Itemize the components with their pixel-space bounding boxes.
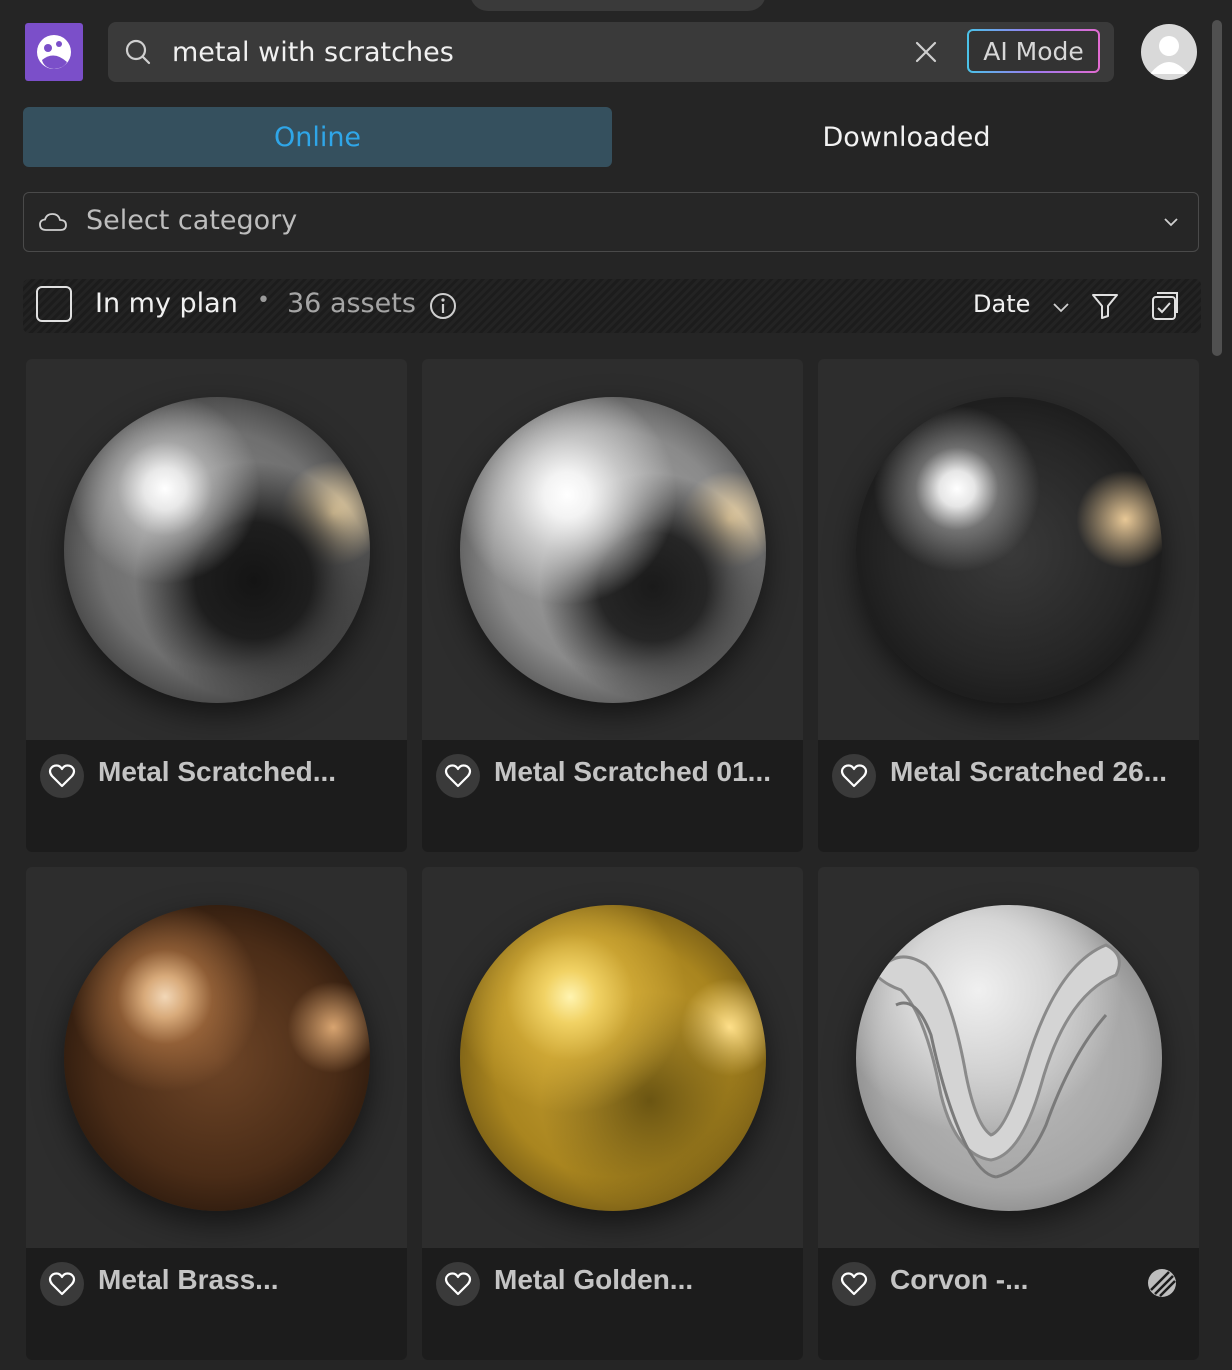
asset-title: Metal Scratched... xyxy=(98,756,337,787)
asset-card[interactable]: Metal Scratched... xyxy=(26,359,407,852)
material-sphere xyxy=(459,904,766,1211)
material-sphere xyxy=(855,904,1162,1211)
in-my-plan-label: In my plan xyxy=(95,288,238,319)
asset-card[interactable]: Metal Scratched 26... xyxy=(818,359,1199,852)
in-my-plan-checkbox[interactable] xyxy=(36,286,72,322)
tab-online[interactable]: Online xyxy=(23,107,612,167)
asset-card[interactable]: Metal Golden... xyxy=(422,867,803,1360)
favorite-button[interactable] xyxy=(832,1262,876,1306)
asset-title: Metal Golden... xyxy=(494,1264,694,1295)
chevron-down-icon xyxy=(1164,218,1178,227)
asset-footer: Metal Brass... xyxy=(26,1248,407,1360)
heart-icon xyxy=(48,1272,76,1296)
asset-thumbnail[interactable] xyxy=(26,359,407,740)
asset-thumbnail[interactable] xyxy=(422,359,803,740)
filter-icon[interactable] xyxy=(1090,292,1120,320)
plan-filter-bar: In my plan • 36 assets Date xyxy=(23,279,1201,333)
asset-title: Corvon -... xyxy=(890,1264,1029,1295)
scrollbar[interactable] xyxy=(1212,20,1222,356)
corvon-shape xyxy=(873,942,1121,1178)
asset-thumbnail[interactable] xyxy=(422,867,803,1248)
asset-thumbnail[interactable] xyxy=(818,359,1199,740)
separator-dot: • xyxy=(257,288,270,313)
heart-icon xyxy=(840,1272,868,1296)
asset-count: 36 assets xyxy=(287,288,416,319)
asset-footer: Corvon -... xyxy=(818,1248,1199,1360)
info-icon[interactable] xyxy=(428,291,458,321)
heart-icon xyxy=(444,1272,472,1296)
material-sphere xyxy=(63,396,370,703)
asset-card[interactable]: Metal Scratched 01... xyxy=(422,359,803,852)
heart-icon xyxy=(444,764,472,788)
top-notch xyxy=(470,0,766,11)
select-all-icon[interactable] xyxy=(1150,291,1180,321)
asset-title: Metal Scratched 26... xyxy=(890,756,1168,787)
material-sphere xyxy=(855,396,1162,703)
favorite-button[interactable] xyxy=(436,754,480,798)
asset-card[interactable]: Corvon -... xyxy=(818,867,1199,1360)
ai-mode-button[interactable]: AI Mode xyxy=(967,29,1100,73)
user-avatar-icon xyxy=(1150,36,1188,74)
asset-footer: Metal Golden... xyxy=(422,1248,803,1360)
material-sphere xyxy=(459,396,766,703)
chevron-down-icon[interactable] xyxy=(1051,299,1071,317)
sort-label[interactable]: Date xyxy=(973,290,1030,318)
heart-icon xyxy=(48,764,76,788)
asset-card[interactable]: Metal Brass... xyxy=(26,867,407,1360)
asset-footer: Metal Scratched... xyxy=(26,740,407,852)
search-input[interactable] xyxy=(172,32,892,72)
material-sphere xyxy=(63,904,370,1211)
asset-title: Metal Brass... xyxy=(98,1264,279,1295)
category-select[interactable]: Select category xyxy=(23,192,1199,252)
ai-mode-label: AI Mode xyxy=(969,31,1098,71)
favorite-button[interactable] xyxy=(40,754,84,798)
material-type-icon xyxy=(1148,1269,1176,1297)
favorite-button[interactable] xyxy=(436,1262,480,1306)
favorite-button[interactable] xyxy=(832,754,876,798)
search-icon xyxy=(125,39,151,65)
avatar[interactable] xyxy=(1141,24,1197,80)
app-logo-icon xyxy=(37,35,71,69)
cloud-icon xyxy=(39,213,67,231)
favorite-button[interactable] xyxy=(40,1262,84,1306)
category-placeholder: Select category xyxy=(86,205,298,236)
app-logo[interactable] xyxy=(25,23,83,81)
asset-thumbnail[interactable] xyxy=(26,867,407,1248)
heart-icon xyxy=(840,764,868,788)
asset-thumbnail[interactable] xyxy=(818,867,1199,1248)
tab-downloaded[interactable]: Downloaded xyxy=(612,107,1201,167)
close-icon[interactable] xyxy=(912,38,940,66)
asset-footer: Metal Scratched 26... xyxy=(818,740,1199,852)
asset-footer: Metal Scratched 01... xyxy=(422,740,803,852)
asset-title: Metal Scratched 01... xyxy=(494,756,772,787)
search-bar: AI Mode xyxy=(108,22,1114,82)
